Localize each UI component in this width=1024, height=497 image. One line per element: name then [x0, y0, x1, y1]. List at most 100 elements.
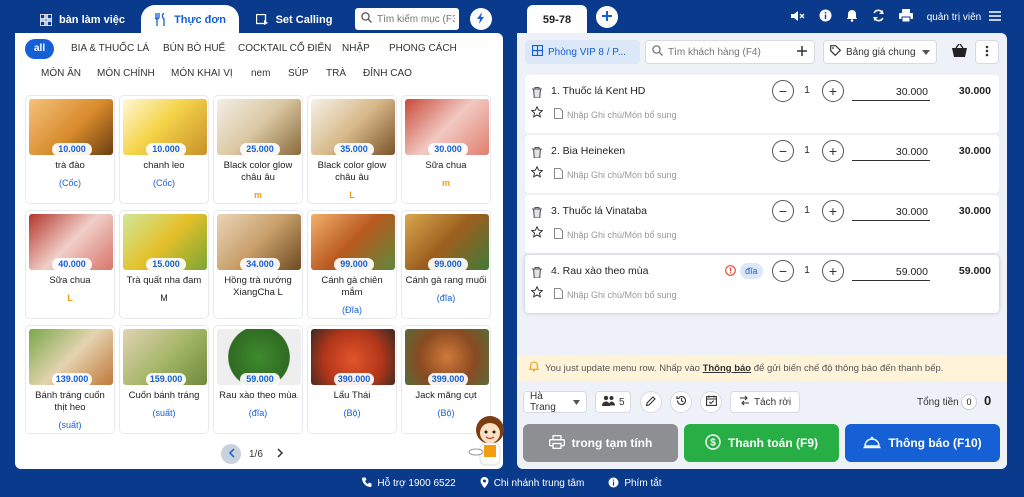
search-input[interactable]: [377, 13, 455, 25]
category-item[interactable]: MÓN KHAI VỊ: [165, 64, 239, 84]
unit-price-field[interactable]: 30.000: [852, 143, 930, 161]
calendar-button[interactable]: [700, 391, 722, 413]
trash-icon[interactable]: [532, 206, 542, 219]
document-icon: [554, 288, 563, 299]
category-item[interactable]: MÓN CHÍNH: [91, 64, 161, 84]
print-draft-button[interactable]: trong tạm tính: [523, 424, 678, 462]
menu-item-card[interactable]: 99.000 Cánh gà chiên mắm (Đĩa): [307, 210, 397, 319]
star-icon[interactable]: [530, 165, 544, 178]
hamburger-menu-button[interactable]: [988, 10, 1002, 24]
trash-icon[interactable]: [532, 86, 542, 99]
category-item[interactable]: MÓN ĂN: [35, 64, 87, 84]
plus-icon[interactable]: [797, 45, 807, 59]
category-item[interactable]: PHONG CÁCH: [383, 39, 463, 59]
order-qty[interactable]: 1: [797, 145, 817, 156]
order-qty[interactable]: 1: [797, 205, 817, 216]
decrease-qty-button[interactable]: −: [772, 80, 794, 102]
unit-badge[interactable]: đĩa: [740, 263, 763, 279]
category-item[interactable]: ĐỈNH CAO: [357, 64, 418, 84]
order-qty[interactable]: 1: [797, 85, 817, 96]
price-book-select[interactable]: Bảng giá chung: [823, 40, 937, 64]
menu-item-card[interactable]: 34.000 Hồng trà nướng XiangCha L: [213, 210, 303, 319]
unit-price-field[interactable]: 30.000: [852, 203, 930, 221]
menu-item-card[interactable]: 99.000 Cánh gà rang muối (đĩa): [401, 210, 491, 319]
menu-search[interactable]: [355, 8, 459, 30]
note-input[interactable]: Nhập Ghi chú/Món bổ sung: [567, 110, 677, 120]
decrease-qty-button[interactable]: −: [772, 140, 794, 162]
print-draft-label: trong tạm tính: [571, 436, 653, 450]
menu-item-card[interactable]: 10.000 trà đào (Cốc): [25, 95, 115, 204]
tab-set-calling[interactable]: Set Calling: [242, 5, 346, 34]
order-tab[interactable]: 59-78: [527, 5, 587, 34]
edit-button[interactable]: [640, 391, 662, 413]
notice-link[interactable]: Thông báo: [703, 363, 752, 374]
pay-button[interactable]: $ Thanh toán (F9): [684, 424, 839, 462]
document-icon: [554, 228, 563, 239]
tab-workspace[interactable]: bàn làm việc: [26, 5, 138, 34]
note-input[interactable]: Nhập Ghi chú/Món bổ sung: [567, 290, 677, 300]
menu-item-card[interactable]: 390.000 Lẩu Thái (Bộ): [307, 325, 397, 434]
more-options-button[interactable]: [975, 40, 999, 64]
category-item[interactable]: nem: [245, 64, 276, 84]
flash-button[interactable]: [470, 8, 492, 30]
increase-qty-button[interactable]: +: [822, 140, 844, 162]
category-item[interactable]: SÚP: [282, 64, 315, 84]
more-vertical-icon: [985, 45, 989, 60]
user-menu[interactable]: quản trị viên: [926, 10, 982, 24]
add-order-button[interactable]: [596, 6, 618, 28]
increase-qty-button[interactable]: +: [822, 200, 844, 222]
order-qty[interactable]: 1: [797, 265, 817, 276]
next-page-button[interactable]: [271, 444, 291, 464]
trash-icon[interactable]: [532, 146, 542, 159]
category-item[interactable]: TRÀ: [320, 64, 352, 84]
unit-price-field[interactable]: 30.000: [852, 83, 930, 101]
alert-circle-icon[interactable]: [725, 265, 736, 279]
menu-item-card[interactable]: 139.000 Bánh tráng cuốn thịt heo (suất): [25, 325, 115, 434]
split-order-button[interactable]: Tách rời: [730, 391, 800, 413]
room-selector[interactable]: Phòng VIP 8 / P...: [525, 40, 640, 64]
basket-button[interactable]: [949, 42, 969, 62]
menu-item-card[interactable]: 10.000 chanh leo (Cốc): [119, 95, 209, 204]
category-item[interactable]: BIA & THUỐC LÁ: [65, 39, 155, 59]
trash-icon[interactable]: [532, 266, 542, 279]
notification-button[interactable]: [845, 10, 859, 24]
support-link[interactable]: Hỗ trợ 1900 6522: [362, 477, 456, 490]
star-icon[interactable]: [530, 225, 544, 238]
customer-search-input[interactable]: [668, 46, 788, 58]
category-item[interactable]: COCKTAIL CỔ ĐIỂN: [232, 39, 337, 59]
category-all[interactable]: all: [25, 39, 55, 59]
menu-item-card[interactable]: 35.000 Black color glow châu âu L: [307, 95, 397, 204]
print-button[interactable]: [898, 9, 913, 24]
menu-item-card[interactable]: 30.000 Sữa chua m: [401, 95, 491, 204]
star-icon[interactable]: [530, 285, 544, 298]
branch-link[interactable]: Chi nhánh trung tâm: [480, 476, 584, 491]
shortcuts-link[interactable]: Phím tắt: [608, 477, 662, 491]
note-input[interactable]: Nhập Ghi chú/Món bổ sung: [567, 170, 677, 180]
menu-item-card[interactable]: 40.000 Sữa chua L: [25, 210, 115, 319]
customer-search[interactable]: [645, 40, 815, 64]
menu-item-card[interactable]: 159.000 Cuốn bánh tráng (suất): [119, 325, 209, 434]
unit-price-field[interactable]: 59.000: [852, 263, 930, 281]
menu-item-card[interactable]: 25.000 Black color glow châu âu m: [213, 95, 303, 204]
history-button[interactable]: [670, 391, 692, 413]
tab-menu[interactable]: Thực đơn: [141, 5, 239, 34]
increase-qty-button[interactable]: +: [822, 80, 844, 102]
category-item[interactable]: BÚN BÒ HUẾ: [157, 39, 231, 59]
refresh-button[interactable]: [871, 9, 885, 24]
staff-select[interactable]: Hà Trang: [523, 391, 587, 413]
star-icon[interactable]: [530, 105, 544, 118]
note-input[interactable]: Nhập Ghi chú/Món bổ sung: [567, 230, 677, 240]
increase-qty-button[interactable]: +: [822, 260, 844, 282]
decrease-qty-button[interactable]: −: [772, 260, 794, 282]
category-item[interactable]: NHẬP: [336, 39, 376, 59]
decrease-qty-button[interactable]: −: [772, 200, 794, 222]
prev-page-button[interactable]: [221, 444, 241, 464]
item-name: Sữa chua: [425, 160, 467, 171]
info-button[interactable]: [818, 9, 832, 24]
guest-count[interactable]: 5: [595, 391, 631, 413]
menu-item-card[interactable]: 15.000 Trà quất nha đam M: [119, 210, 209, 319]
staff-label: Hà Trang: [530, 391, 556, 413]
notify-kitchen-button[interactable]: Thông báo (F10): [845, 424, 1000, 462]
mute-button[interactable]: [790, 10, 806, 24]
menu-item-card[interactable]: 59.000 Rau xào theo mùa (đĩa): [213, 325, 303, 434]
